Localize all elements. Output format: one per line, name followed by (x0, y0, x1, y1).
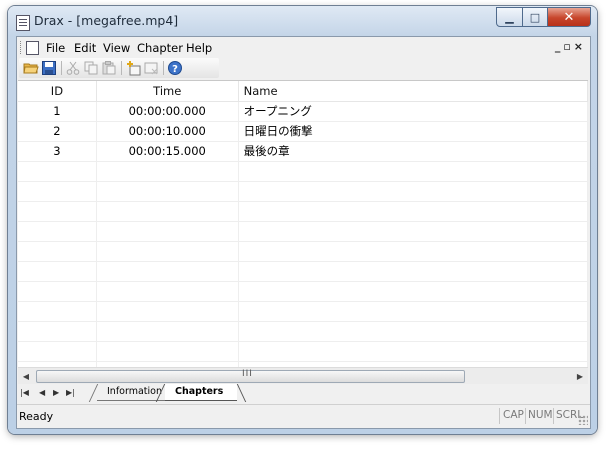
first-tab-icon[interactable]: |◀ (20, 388, 29, 397)
column-header-time[interactable]: Time (97, 81, 239, 101)
paste-icon[interactable] (101, 60, 117, 76)
maximize-icon: □ (529, 10, 541, 24)
minimize-icon: ▁ (505, 10, 514, 24)
column-header-name[interactable]: Name (239, 81, 588, 101)
cell-time: 00:00:10.000 (97, 122, 239, 141)
menu-view[interactable]: View (100, 40, 133, 56)
minimize-button[interactable]: ▁ (496, 7, 523, 27)
empty-row (18, 182, 588, 202)
next-tab-icon[interactable]: ▶ (53, 388, 59, 397)
scrollbar-thumb[interactable]: III (36, 369, 465, 383)
toolbar-separator (61, 61, 62, 75)
scroll-left-arrow-icon[interactable]: ◀ (18, 368, 34, 384)
empty-row (18, 202, 588, 222)
table-row[interactable]: 1 00:00:00.000 オープニング (18, 102, 588, 122)
chapter-list[interactable]: ID Time Name 1 00:00:00.000 オープニング 2 00:… (18, 80, 588, 368)
list-rows: 1 00:00:00.000 オープニング 2 00:00:10.000 日曜日… (18, 102, 588, 368)
mdi-restore-button[interactable]: ▫ (563, 40, 573, 53)
toolbar-separator (121, 61, 122, 75)
cell-time: 00:00:15.000 (97, 142, 239, 161)
menu-file[interactable]: File (43, 40, 68, 56)
empty-row (18, 342, 588, 362)
resize-grip-icon[interactable] (578, 415, 588, 425)
open-folder-icon[interactable] (23, 60, 39, 76)
toolbar-strip: ? (19, 58, 219, 78)
list-header: ID Time Name (18, 81, 588, 102)
tab-chapters[interactable]: Chapters (165, 384, 237, 401)
maximize-button[interactable]: □ (523, 7, 548, 27)
close-button[interactable]: ✕ (548, 7, 591, 27)
empty-row (18, 222, 588, 242)
status-separator (499, 408, 500, 424)
cut-icon[interactable] (65, 60, 81, 76)
scrollbar-grip: III (242, 369, 253, 379)
caps-lock-indicator: CAP (503, 409, 524, 421)
cell-name: 日曜日の衝撃 (239, 122, 588, 141)
caption-buttons: ▁ □ ✕ (496, 7, 591, 27)
client-area: File Edit View Chapter Help _▫× ? ID Tim… (16, 36, 591, 429)
last-tab-icon[interactable]: ▶| (66, 388, 75, 397)
main-window: Drax - [megafree.mp4] ▁ □ ✕ File Edit Vi… (8, 6, 597, 434)
remove-chapter-icon[interactable] (143, 60, 159, 76)
empty-row (18, 242, 588, 262)
status-text: Ready (19, 410, 54, 423)
tab-bar: |◀ ◀ ▶ ▶| Information Chapters (17, 384, 590, 404)
empty-row (18, 302, 588, 322)
menu-edit[interactable]: Edit (71, 40, 99, 56)
menu-help[interactable]: Help (183, 40, 215, 56)
copy-icon[interactable] (83, 60, 99, 76)
menu-grip-icon[interactable] (20, 41, 23, 54)
help-icon[interactable]: ? (167, 60, 183, 76)
add-chapter-icon[interactable] (125, 60, 141, 76)
empty-row (18, 282, 588, 302)
column-header-id[interactable]: ID (18, 81, 97, 101)
toolbar-separator (163, 61, 164, 75)
cell-name: 最後の章 (239, 142, 588, 161)
table-row[interactable]: 2 00:00:10.000 日曜日の衝撃 (18, 122, 588, 142)
cell-id: 1 (18, 102, 97, 121)
window-title: Drax - [megafree.mp4] (34, 13, 179, 28)
status-separator (525, 408, 526, 424)
document-icon[interactable] (26, 41, 39, 55)
menu-chapter[interactable]: Chapter (134, 40, 186, 56)
status-bar: Ready CAP NUM SCRL (17, 404, 590, 427)
title-bar[interactable]: Drax - [megafree.mp4] ▁ □ ✕ (8, 6, 597, 36)
num-lock-indicator: NUM (528, 409, 553, 421)
status-separator (553, 408, 554, 424)
svg-text:?: ? (172, 64, 178, 75)
table-row[interactable]: 3 00:00:15.000 最後の章 (18, 142, 588, 162)
mdi-controls: _▫× (555, 40, 586, 53)
cell-name: オープニング (239, 102, 588, 121)
cell-id: 3 (18, 142, 97, 161)
app-icon[interactable] (16, 15, 30, 31)
horizontal-scrollbar[interactable]: ◀ III ▶ (18, 367, 588, 384)
cell-time: 00:00:00.000 (97, 102, 239, 121)
save-icon[interactable] (41, 60, 57, 76)
scroll-right-arrow-icon[interactable]: ▶ (572, 368, 588, 384)
toolbar: ? (17, 58, 590, 79)
mdi-close-button[interactable]: × (574, 40, 586, 53)
empty-row (18, 262, 588, 282)
prev-tab-icon[interactable]: ◀ (39, 388, 45, 397)
menu-bar: File Edit View Chapter Help _▫× (17, 37, 590, 58)
close-icon: ✕ (563, 9, 575, 25)
empty-row (18, 162, 588, 182)
cell-id: 2 (18, 122, 97, 141)
empty-row (18, 322, 588, 342)
